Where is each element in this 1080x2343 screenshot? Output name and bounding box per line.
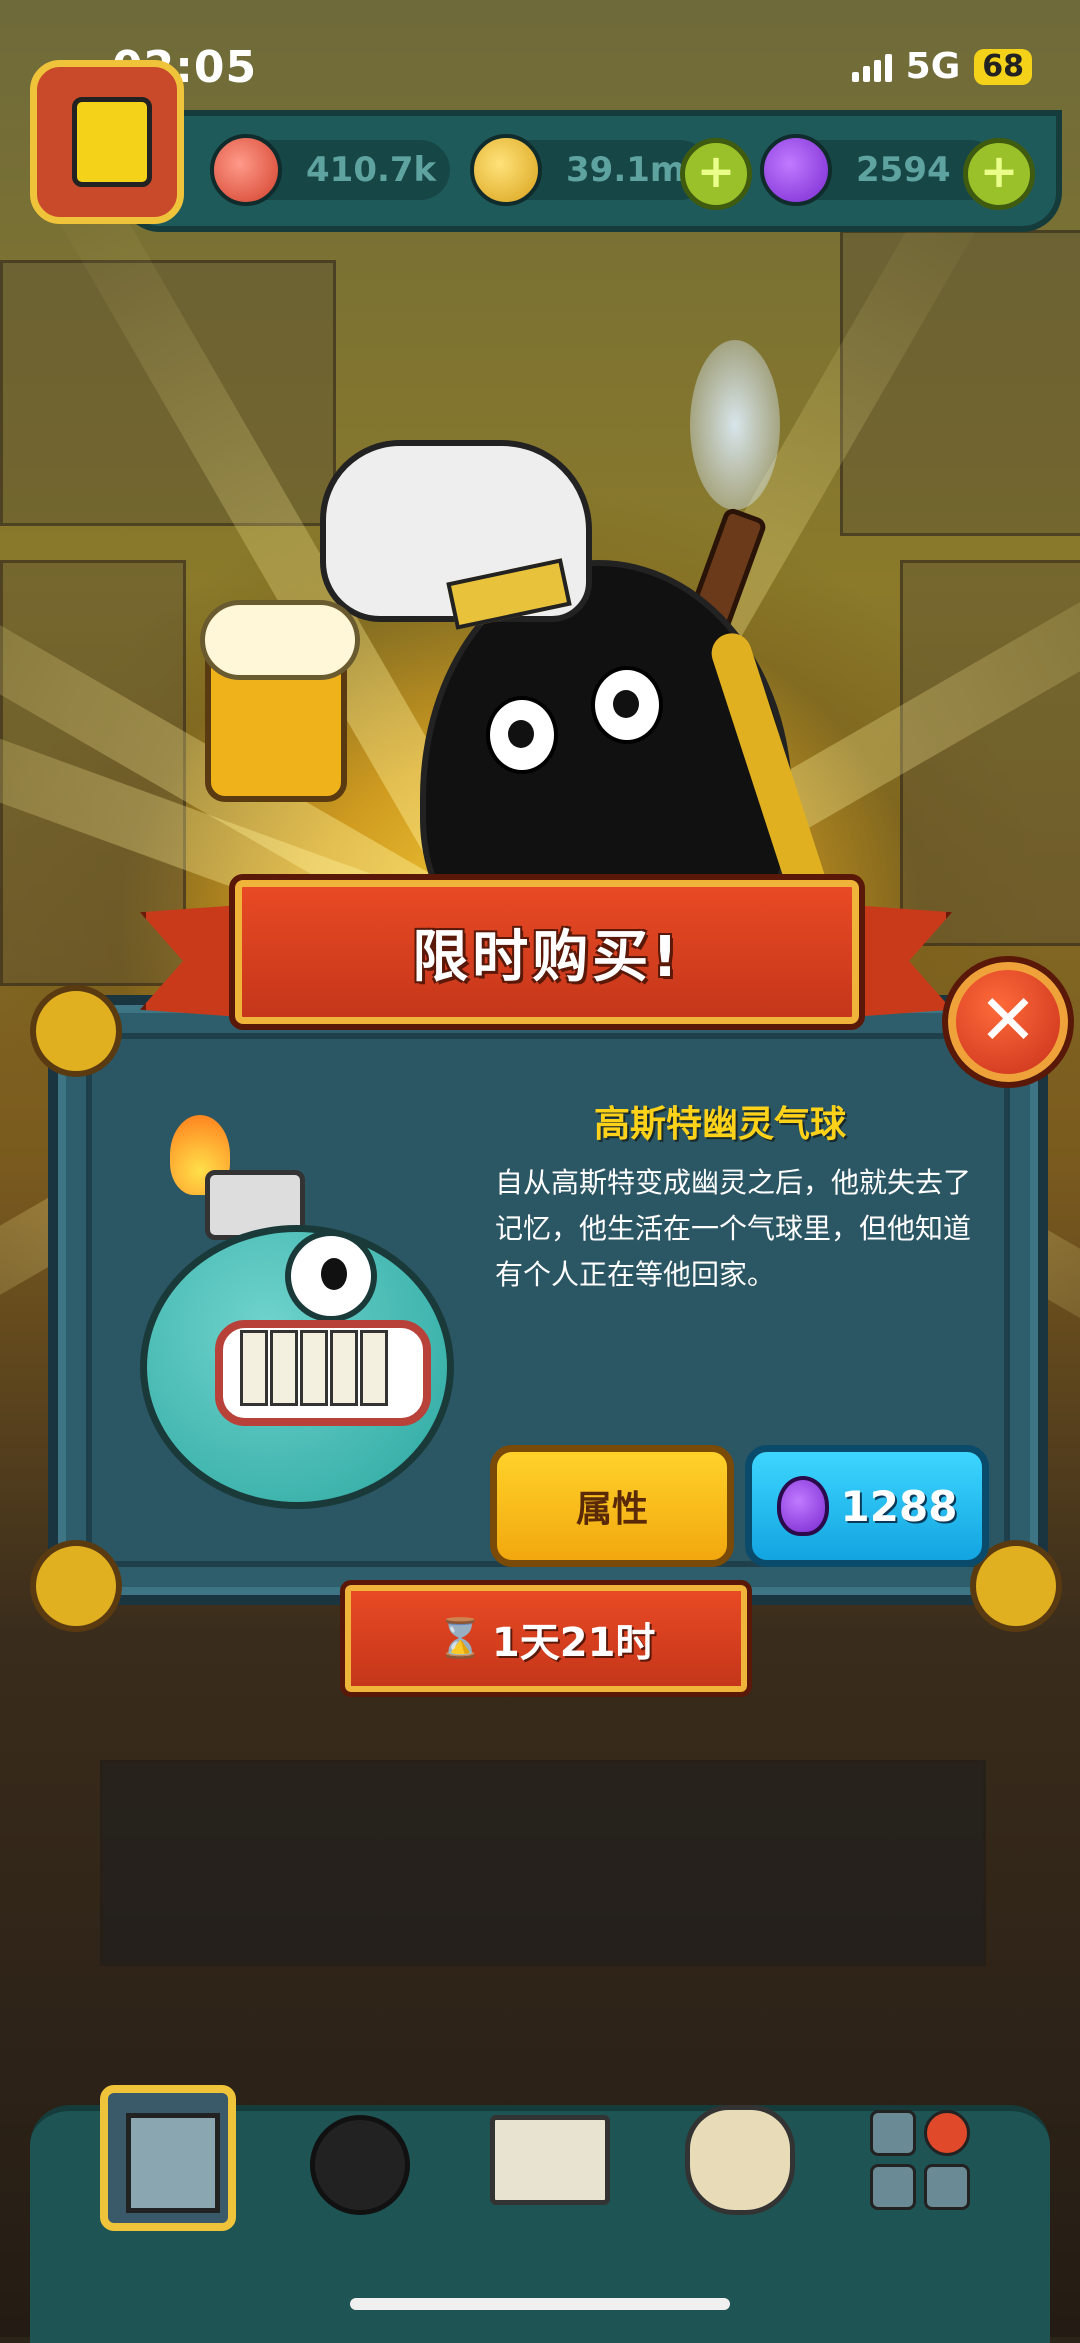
close-icon: ✕ — [978, 979, 1038, 1061]
monster-eye-icon — [591, 666, 663, 744]
battery-icon: 68 — [974, 48, 1032, 85]
purple-potion-icon — [776, 1476, 829, 1536]
nav-building-button[interactable] — [100, 2085, 236, 2231]
nav-coin-bag-button[interactable] — [675, 2085, 795, 2215]
player-avatar[interactable] — [30, 60, 184, 260]
beer-foam-icon — [200, 600, 360, 680]
resource-gold: 39.1m — [470, 134, 710, 206]
ghost-tooth — [300, 1330, 328, 1406]
close-button[interactable]: ✕ — [942, 956, 1074, 1088]
network-label: 5G — [905, 46, 961, 87]
building-icon — [126, 2113, 220, 2213]
hourglass-icon: ⌛ — [436, 1616, 484, 1660]
monster-eye-icon — [486, 696, 558, 774]
ghost-tooth — [360, 1330, 388, 1406]
offer-timer: ⌛ 1天21时 — [340, 1580, 752, 1697]
limited-offer-banner: 限时购买! — [229, 874, 865, 1030]
monster-icon — [310, 2115, 410, 2215]
potion-count: 2594 — [856, 150, 951, 190]
panel-corner-ornament — [30, 1540, 122, 1632]
resource-eyeballs: 410.7k — [210, 134, 450, 206]
panel-corner-ornament — [30, 985, 122, 1077]
ghost-eye-icon — [285, 1230, 377, 1322]
coin-bag-icon — [685, 2105, 795, 2215]
book-icon — [490, 2115, 610, 2205]
eyeball-icon — [210, 134, 282, 206]
background-stone-platform — [100, 1760, 986, 1966]
nav-more-button[interactable] — [860, 2085, 980, 2215]
add-potion-button[interactable]: + — [963, 138, 1035, 210]
banner-title: 限时购买! — [412, 924, 682, 990]
more-grid-icon — [870, 2110, 970, 2210]
nav-book-button[interactable] — [485, 2085, 610, 2215]
avatar-face-icon — [72, 97, 152, 187]
purple-potion-icon — [760, 134, 832, 206]
home-indicator[interactable] — [350, 2298, 730, 2310]
status-indicators: 5G 68 — [851, 46, 1032, 87]
nav-monster-button[interactable] — [295, 2085, 415, 2215]
cigar-smoke-icon — [690, 340, 780, 510]
timer-text: 1天21时 — [491, 1619, 656, 1666]
ghost-tooth — [330, 1330, 358, 1406]
gold-coin-icon — [470, 134, 542, 206]
attributes-button[interactable]: 属性 — [490, 1445, 734, 1567]
item-name: 高斯特幽灵气球 — [593, 1104, 846, 1145]
buy-button[interactable]: 1288 — [745, 1445, 989, 1567]
buy-price: 1288 — [840, 1481, 958, 1531]
add-gold-button[interactable]: + — [680, 138, 752, 210]
ghost-tooth — [270, 1330, 298, 1406]
attributes-button-label: 属性 — [575, 1489, 648, 1530]
eyeball-count: 410.7k — [306, 150, 437, 190]
gold-count: 39.1m — [566, 150, 686, 190]
avatar-frame-icon — [30, 60, 184, 224]
ghost-tooth — [240, 1330, 268, 1406]
item-description: 自从高斯特变成幽灵之后，他就失去了记忆，他生活在一个气球里，但他知道有个人正在等… — [495, 1166, 972, 1291]
signal-icon — [851, 52, 892, 82]
